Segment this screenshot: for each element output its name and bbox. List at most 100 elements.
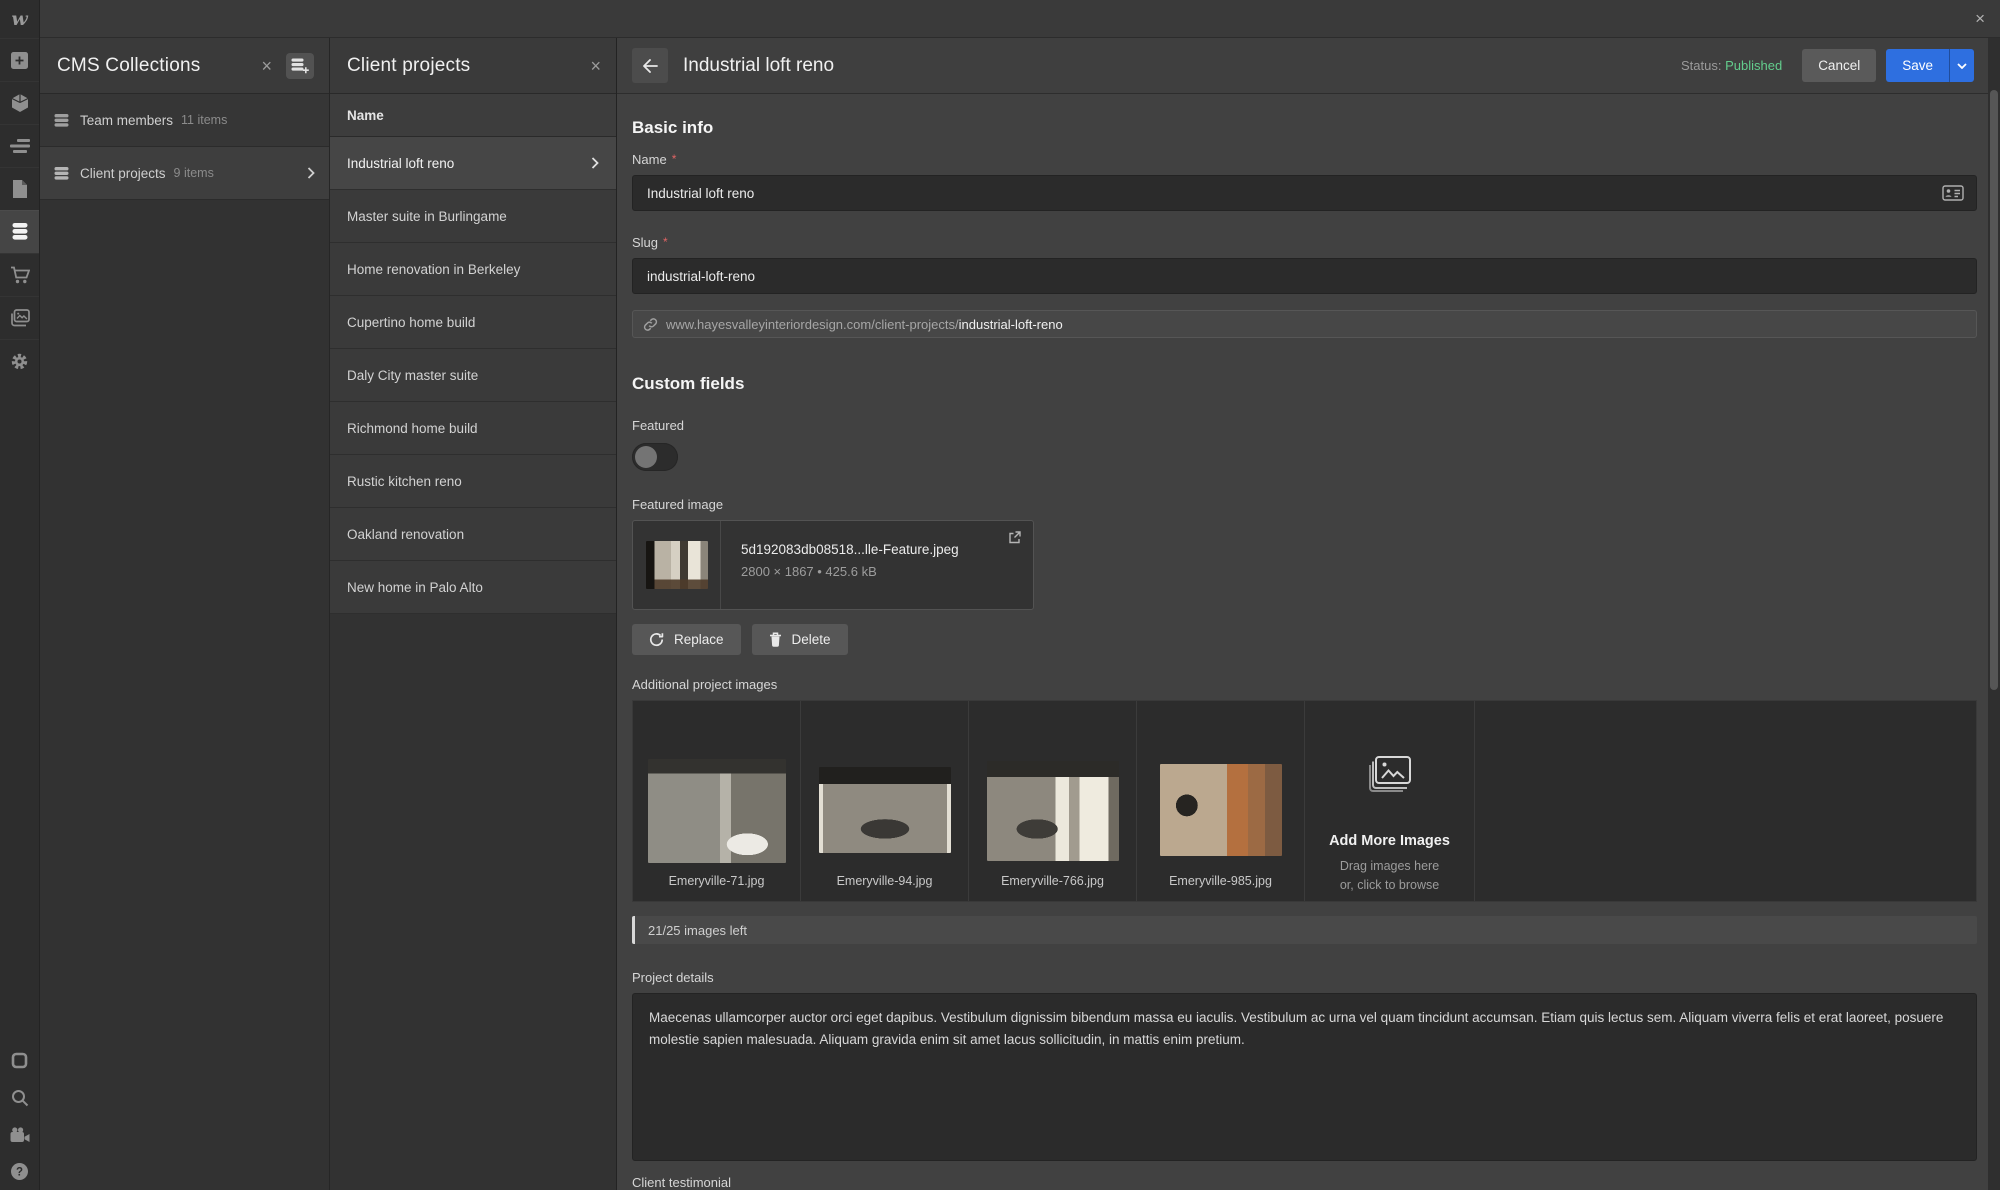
add-collection-button[interactable] — [286, 53, 314, 79]
chevron-right-icon — [307, 167, 315, 179]
status-label: Status: — [1681, 58, 1721, 73]
featured-image-info: 5d192083db08518...lle-Feature.jpeg 2800 … — [721, 521, 959, 609]
featured-image-filename: 5d192083db08518...lle-Feature.jpeg — [741, 542, 959, 557]
webflow-logo: w — [0, 0, 39, 38]
project-row-label: Cupertino home build — [347, 315, 475, 330]
cancel-button[interactable]: Cancel — [1802, 49, 1876, 82]
basic-info-heading: Basic info — [632, 118, 1977, 138]
project-row-label: Home renovation in Berkeley — [347, 262, 520, 277]
ecommerce-cart-icon[interactable] — [0, 253, 39, 296]
image-tile[interactable]: Emeryville-766.jpg — [969, 701, 1137, 901]
scrollbar-thumb[interactable] — [1990, 90, 1998, 690]
left-toolbar-rail: w ? — [0, 0, 40, 1190]
window-close-icon[interactable]: × — [1975, 10, 1985, 27]
project-row[interactable]: Richmond home build — [330, 402, 616, 455]
status-badge: Status: Published — [1681, 58, 1782, 73]
featured-toggle[interactable] — [632, 443, 678, 471]
client-testimonial-label: Client testimonial — [632, 1175, 1977, 1190]
save-options-button[interactable] — [1949, 49, 1974, 82]
name-field-label: Name * — [632, 152, 1977, 167]
replace-button[interactable]: Replace — [632, 624, 741, 655]
search-icon[interactable] — [0, 1079, 39, 1116]
collection-label: Client projects — [80, 166, 166, 181]
project-row[interactable]: Home renovation in Berkeley — [330, 243, 616, 296]
add-more-images-dropzone[interactable]: Add More Images Drag images here or, cli… — [1305, 701, 1475, 901]
image-thumbnail — [987, 761, 1119, 861]
images-strip-empty-area — [1475, 701, 1976, 901]
featured-image-thumbnail — [646, 541, 708, 589]
save-button-group: Save — [1886, 49, 1974, 82]
pages-icon[interactable] — [0, 167, 39, 210]
image-thumbnail — [1160, 764, 1282, 856]
database-icon — [54, 114, 69, 127]
image-tile[interactable]: Emeryville-985.jpg — [1137, 701, 1305, 901]
project-row[interactable]: New home in Palo Alto — [330, 561, 616, 614]
replace-button-label: Replace — [674, 632, 724, 647]
add-panel-icon[interactable] — [0, 38, 39, 81]
delete-button[interactable]: Delete — [752, 624, 848, 655]
client-projects-close-icon[interactable]: × — [590, 57, 601, 75]
chevron-down-icon — [1957, 63, 1967, 69]
featured-image-card: 5d192083db08518...lle-Feature.jpeg 2800 … — [632, 520, 1034, 610]
required-marker: * — [663, 235, 668, 249]
project-row[interactable]: Rustic kitchen reno — [330, 455, 616, 508]
image-thumbnail — [648, 759, 786, 863]
help-icon[interactable]: ? — [0, 1153, 39, 1190]
featured-image-thumbnail-cell[interactable] — [633, 521, 721, 609]
project-row[interactable]: Daly City master suite — [330, 349, 616, 402]
images-quota-bar: 21/25 images left — [632, 916, 1977, 944]
client-projects-panel: Client projects × Name Industrial loft r… — [330, 38, 617, 1190]
required-marker: * — [672, 152, 677, 166]
cms-database-icon[interactable] — [0, 210, 39, 253]
image-tile[interactable]: Emeryville-71.jpg — [633, 701, 801, 901]
project-row[interactable]: Cupertino home build — [330, 296, 616, 349]
window-topbar: × — [40, 0, 2000, 38]
item-editor-header: Industrial loft reno Status: Published C… — [617, 38, 1988, 94]
project-row[interactable]: Industrial loft reno — [330, 137, 616, 190]
svg-text:?: ? — [16, 1167, 23, 1179]
featured-image-meta: 2800 × 1867 • 425.6 kB — [741, 564, 959, 579]
project-row-label: Master suite in Burlingame — [347, 209, 507, 224]
project-details-textarea[interactable]: Maecenas ullamcorper auctor orci eget da… — [632, 993, 1977, 1161]
database-icon — [54, 167, 69, 180]
url-slug: industrial-loft-reno — [959, 317, 1063, 332]
cms-collections-header: CMS Collections × — [40, 38, 329, 94]
image-thumbnail — [819, 767, 951, 853]
slug-input-value: industrial-loft-reno — [647, 269, 755, 284]
assets-icon[interactable] — [0, 296, 39, 339]
url-preview-bar: www.hayesvalleyinteriordesign.com/client… — [632, 310, 1977, 338]
slug-input[interactable]: industrial-loft-reno — [632, 258, 1977, 294]
sync-icon — [649, 632, 664, 647]
save-button[interactable]: Save — [1886, 49, 1949, 82]
contact-card-icon[interactable] — [1942, 185, 1964, 201]
project-row[interactable]: Oakland renovation — [330, 508, 616, 561]
url-prefix: www.hayesvalleyinteriordesign.com/client… — [666, 317, 959, 332]
image-tile[interactable]: Emeryville-94.jpg — [801, 701, 969, 901]
project-row-label: Oakland renovation — [347, 527, 464, 542]
collection-row-client-projects[interactable]: Client projects 9 items — [40, 147, 329, 200]
video-tutorials-icon[interactable] — [0, 1116, 39, 1153]
additional-images-label: Additional project images — [632, 677, 1977, 692]
project-row[interactable]: Master suite in Burlingame — [330, 190, 616, 243]
settings-gear-icon[interactable] — [0, 339, 39, 382]
project-row-label: Industrial loft reno — [347, 156, 454, 171]
preview-icon[interactable] — [0, 1042, 39, 1079]
elements-cube-icon[interactable] — [0, 81, 39, 124]
project-row-label: Daly City master suite — [347, 368, 478, 383]
link-icon — [643, 317, 658, 332]
featured-field-label: Featured — [632, 418, 1977, 433]
name-input[interactable]: Industrial loft reno — [632, 175, 1977, 211]
cms-collections-close-icon[interactable]: × — [261, 57, 272, 75]
image-filename: Emeryville-985.jpg — [1137, 874, 1304, 888]
scrollbar-track[interactable] — [1988, 38, 2000, 1190]
collection-count: 9 items — [174, 166, 214, 180]
back-button[interactable] — [632, 48, 668, 83]
custom-fields-heading: Custom fields — [632, 374, 1977, 394]
collection-row-team-members[interactable]: Team members 11 items — [40, 94, 329, 147]
rail-bottom-group: ? — [0, 1042, 39, 1190]
navigator-icon[interactable] — [0, 124, 39, 167]
stacked-images-icon — [1366, 755, 1414, 795]
cms-collections-panel: CMS Collections × Team members 11 items … — [40, 38, 330, 1190]
item-editor-content: Basic info Name * Industrial loft reno S… — [632, 94, 1977, 1190]
external-link-icon[interactable] — [1008, 531, 1021, 544]
